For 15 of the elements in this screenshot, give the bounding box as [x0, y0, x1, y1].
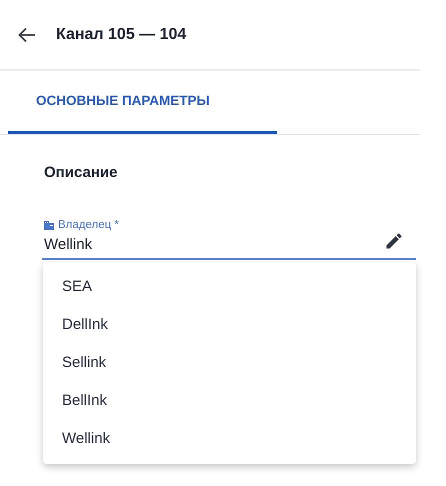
dropdown-option[interactable]: SEA — [43, 268, 416, 306]
tab[interactable]: ОСНОВНЫЕ ПАРАМЕТРЫ — [8, 71, 277, 134]
owner-field[interactable]: Владелец * Wellink — [42, 216, 416, 260]
dropdown-option[interactable]: Wellink — [43, 420, 416, 458]
field-value: Wellink — [44, 234, 94, 255]
dropdown-option[interactable]: DellInk — [43, 306, 416, 344]
back-arrow-icon — [18, 26, 36, 42]
dropdown-option[interactable]: Sellink — [43, 344, 416, 382]
back-button[interactable] — [18, 26, 36, 42]
dropdown-option[interactable]: BellInk — [43, 382, 416, 420]
edit-button[interactable] — [384, 230, 404, 250]
section-title: Описание — [44, 163, 118, 183]
field-label: Владелец * — [58, 218, 119, 232]
pencil-icon — [384, 230, 404, 250]
page-title: Канал 105 — 104 — [56, 24, 186, 44]
